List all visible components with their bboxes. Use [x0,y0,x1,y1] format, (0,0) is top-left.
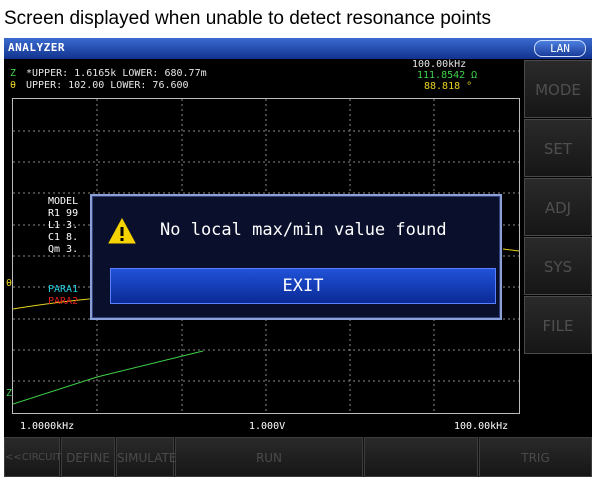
adj-button[interactable]: ADJ [524,178,592,236]
theta-limits: UPPER: 102.00 LOWER: 76.600 [26,80,189,91]
analyzer-screen: ANALYZER LAN Z *UPPER: 1.6165k LOWER: 68… [4,38,592,477]
z-axis-marker: Z [6,388,13,399]
mode-button[interactable]: MODE [524,60,592,118]
para2-label: PARA2 [48,296,79,307]
model-line-r1: R1 99 [48,208,79,219]
x-start-frequency: 1.0000kHz [20,421,75,432]
title-bar: ANALYZER LAN [4,38,592,59]
trig-button[interactable]: TRIG [479,437,592,477]
sys-button[interactable]: SYS [524,237,592,295]
z-limits: *UPPER: 1.6165k LOWER: 680.77m [26,68,207,79]
dialog-message: No local max/min value found [160,220,447,240]
para1-label: PARA1 [48,284,79,295]
z-trace [12,350,204,405]
run-button[interactable]: RUN [175,437,363,477]
z-symbol: Z [10,68,17,79]
lan-indicator[interactable]: LAN [534,40,586,57]
side-menu: MODE SET ADJ SYS FILE [524,59,592,434]
define-button[interactable]: DEFINE [61,437,115,477]
warning-icon [108,218,136,244]
signal-level: 1.000V [249,421,286,432]
app-title: ANALYZER [8,41,65,54]
exit-button[interactable]: EXIT [110,268,496,304]
no-extrema-dialog: No local max/min value found EXIT [90,194,502,320]
circuit-back-button[interactable]: <<CIRCUIT [4,437,62,477]
model-title: MODEL [48,196,79,207]
theta-value: 88.818 ° [424,81,473,92]
set-button[interactable]: SET [524,119,592,177]
x-end-frequency: 100.00kHz [454,421,509,432]
theta-axis-marker: θ [6,278,13,289]
simulate-button[interactable]: SIMULATE [116,437,176,477]
screenshot-caption: Screen displayed when unable to detect r… [4,8,491,29]
model-line-l1: L1 3. [48,220,79,231]
model-line-qm: Qm 3. [48,244,79,255]
theta-trace-right [502,248,520,252]
model-line-c1: C1 8. [48,232,79,243]
file-button[interactable]: FILE [524,296,592,354]
blank-button[interactable] [364,437,478,477]
bottom-menu: <<CIRCUIT DEFINE SIMULATE RUN TRIG [4,437,592,477]
theta-symbol: θ [10,80,17,91]
